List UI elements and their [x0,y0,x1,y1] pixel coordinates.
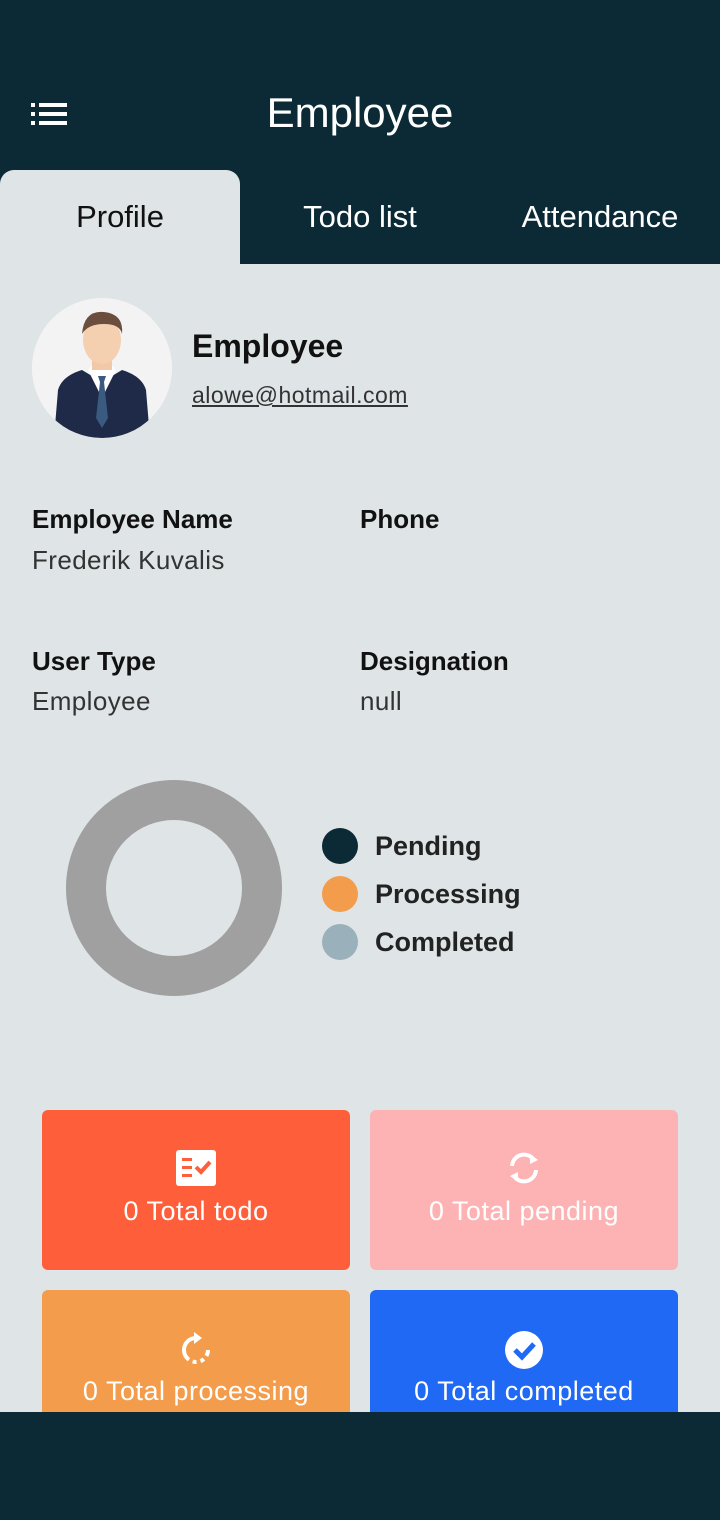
avatar [32,298,172,438]
designation-value: null [360,686,403,716]
total-todo-label: 0 Total todo [123,1196,269,1226]
sync-icon [510,1152,538,1184]
task-status-donut-chart [66,780,282,996]
legend-item-processing: Processing [322,870,521,918]
total-processing-label: 0 Total processing [82,1376,310,1406]
bottom-divider [0,1412,720,1430]
employee-name-value: Frederik Kuvalis [32,545,225,575]
total-pending-label: 0 Total pending [428,1196,620,1226]
user-type-label: User Type [32,646,156,676]
total-processing-card[interactable]: 0 Total processing [42,1290,350,1412]
app-bar: Employee [0,0,720,170]
chart-legend: Pending Processing Completed [322,822,521,966]
total-completed-label: 0 Total completed [414,1376,634,1406]
designation-label: Designation [360,646,509,676]
legend-item-pending: Pending [322,822,521,870]
legend-item-completed: Completed [322,918,521,966]
page-title: Employee [266,89,454,136]
tab-todo-list[interactable]: Todo list [240,170,480,264]
profile-name: Employee [192,328,344,364]
phone-label: Phone [360,504,440,534]
employee-name-label: Employee Name [32,504,233,534]
legend-label-processing: Processing [375,878,521,909]
legend-dot-pending [322,828,358,864]
todo-list-icon [176,1150,216,1186]
total-pending-card[interactable]: 0 Total pending [370,1110,678,1270]
profile-content: Employee alowe@hotmail.com Employee Name… [0,264,720,1412]
tab-bar: Profile Todo list Attendance [0,170,720,264]
tab-attendance[interactable]: Attendance [480,170,720,264]
legend-dot-processing [322,876,358,912]
legend-label-completed: Completed [375,926,515,957]
check-circle-icon [505,1331,543,1369]
bottom-bar [0,1430,720,1520]
profile-email-link[interactable]: alowe@hotmail.com [192,382,408,409]
tab-profile[interactable]: Profile [0,170,240,264]
total-todo-card[interactable]: 0 Total todo [42,1110,350,1270]
donut-empty-ring [66,780,282,996]
rotate-icon [182,1332,210,1364]
legend-dot-completed [322,924,358,960]
user-type-value: Employee [32,686,151,716]
total-completed-card[interactable]: 0 Total completed [370,1290,678,1412]
legend-label-pending: Pending [375,830,482,861]
